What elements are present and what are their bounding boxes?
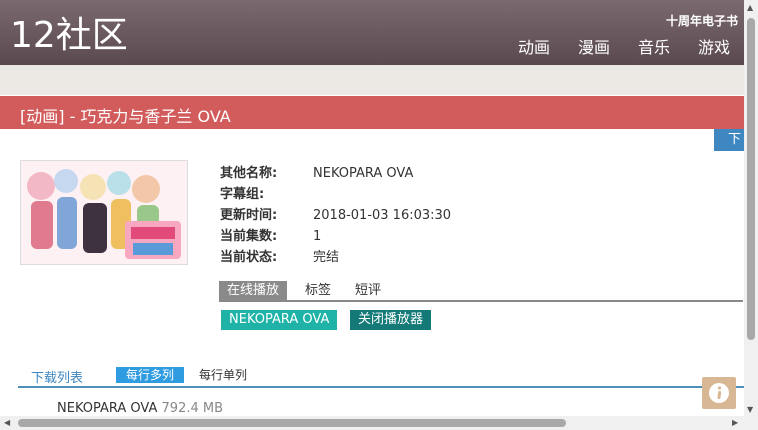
info-row-alt-name: 其他名称: NEKOPARA OVA — [220, 163, 451, 184]
info-value: 1 — [313, 229, 322, 244]
info-row-subgroup: 字幕组: — [220, 184, 451, 205]
tab-comments[interactable]: 短评 — [347, 281, 389, 300]
download-tab[interactable]: 下 — [714, 129, 744, 151]
page-title-bar: [动画] - 巧克力与香子兰 OVA — [0, 96, 744, 129]
info-table: 其他名称: NEKOPARA OVA 字幕组: 更新时间: 2018-01-03… — [220, 163, 451, 268]
scroll-left-arrow-icon[interactable]: ◀ — [4, 419, 10, 427]
close-player-button[interactable]: 关闭播放器 — [350, 310, 432, 330]
single-column-option[interactable]: 每行单列 — [189, 367, 257, 383]
site-logo[interactable]: 12社区 — [10, 14, 128, 58]
scroll-down-arrow-icon[interactable]: ▼ — [747, 406, 753, 414]
info-label: 其他名称: — [220, 166, 278, 181]
info-value: NEKOPARA OVA — [313, 166, 414, 181]
detail-tabs: 在线播放 标签 短评 — [219, 281, 743, 302]
site-header: 12社区 十周年电子书 动画 漫画 音乐 游戏 — [0, 0, 744, 65]
nav-music[interactable]: 音乐 — [638, 38, 670, 58]
info-row-episodes: 当前集数: 1 — [220, 226, 451, 247]
scroll-up-arrow-icon[interactable]: ▲ — [747, 4, 753, 12]
nav-anime[interactable]: 动画 — [518, 38, 550, 58]
tab-online-play[interactable]: 在线播放 — [219, 281, 288, 300]
info-icon — [709, 383, 729, 403]
cover-image — [20, 160, 188, 265]
info-value: 2018-01-03 16:03:30 — [313, 208, 452, 223]
page-title: [动画] - 巧克力与香子兰 OVA — [20, 107, 231, 126]
download-list-title: 下载列表 — [31, 371, 84, 386]
episode-play-button[interactable]: NEKOPARA OVA — [221, 310, 338, 330]
info-row-status: 当前状态: 完结 — [220, 247, 451, 268]
info-label: 当前状态: — [220, 250, 278, 265]
vertical-scroll-thumb[interactable] — [747, 18, 755, 340]
info-button[interactable] — [702, 377, 736, 409]
nav-games[interactable]: 游戏 — [698, 38, 730, 58]
info-label: 字幕组: — [220, 187, 265, 202]
info-label: 当前集数: — [220, 229, 278, 244]
file-name: NEKOPARA OVA — [57, 401, 158, 416]
horizontal-scroll-thumb[interactable] — [18, 419, 566, 427]
nav-manga[interactable]: 漫画 — [578, 38, 610, 58]
download-list-header: 下载列表 每行多列 每行单列 — [18, 364, 744, 388]
info-row-updated: 更新时间: 2018-01-03 16:03:30 — [220, 205, 451, 226]
download-file-item[interactable]: NEKOPARA OVA 792.4 MB — [57, 401, 223, 416]
info-value: 完结 — [313, 250, 340, 265]
scroll-right-arrow-icon[interactable]: ▶ — [732, 419, 738, 427]
info-label: 更新时间: — [220, 208, 278, 223]
multi-column-option[interactable]: 每行多列 — [116, 367, 185, 383]
header-band — [0, 65, 744, 95]
file-size: 792.4 MB — [161, 401, 224, 416]
main-nav: 动画 漫画 音乐 游戏 — [518, 38, 730, 58]
tab-tags[interactable]: 标签 — [297, 281, 339, 300]
anniversary-ebook-link[interactable]: 十周年电子书 — [666, 12, 738, 29]
